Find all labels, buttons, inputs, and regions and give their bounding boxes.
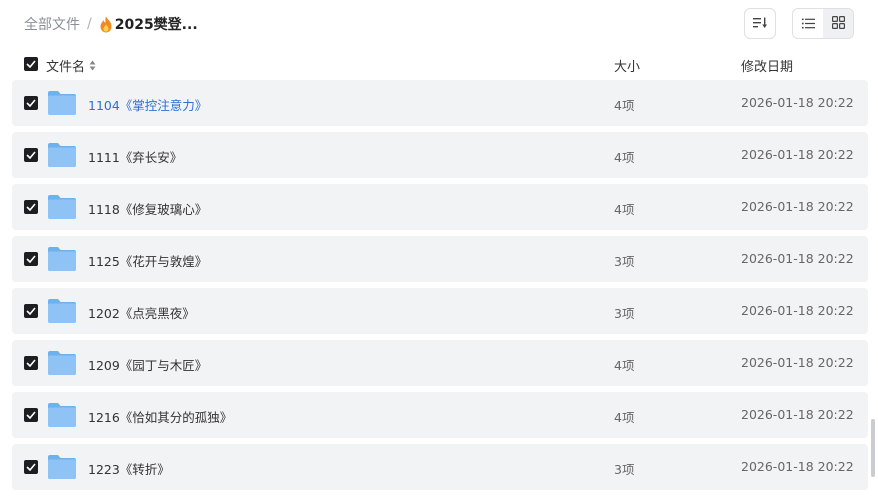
folder-icon <box>47 350 77 376</box>
file-name[interactable]: 1111《弃长安》 <box>88 147 182 166</box>
file-modified-date: 2026-01-18 20:22 <box>741 199 854 214</box>
check-icon <box>26 463 36 471</box>
check-icon <box>26 151 36 159</box>
breadcrumb: 全部文件 / 2025樊登... <box>24 14 198 34</box>
view-mode-toggle <box>792 8 854 39</box>
check-icon <box>26 203 36 211</box>
file-row[interactable]: 1223《转折》 3项 2026-01-18 20:22 <box>12 444 868 490</box>
file-name[interactable]: 1202《点亮黑夜》 <box>88 303 195 322</box>
date-column-header[interactable]: 修改日期 <box>741 56 793 75</box>
fire-icon <box>99 16 113 33</box>
name-column-label: 文件名 <box>46 60 86 75</box>
row-checkbox[interactable] <box>24 304 38 318</box>
folder-icon <box>47 454 77 480</box>
file-row[interactable]: 1111《弃长安》 4项 2026-01-18 20:22 <box>12 132 868 178</box>
file-modified-date: 2026-01-18 20:22 <box>741 407 854 422</box>
file-row[interactable]: 1202《点亮黑夜》 3项 2026-01-18 20:22 <box>12 288 868 334</box>
row-checkbox[interactable] <box>24 408 38 422</box>
file-modified-date: 2026-01-18 20:22 <box>741 251 854 266</box>
sort-arrows-icon <box>89 60 96 71</box>
file-name[interactable]: 1209《园丁与木匠》 <box>88 355 207 374</box>
scrollbar-thumb[interactable] <box>871 419 875 477</box>
file-size: 3项 <box>614 462 635 477</box>
file-list: 1104《掌控注意力》 4项 2026-01-18 20:22 1111《弃长安》 4项… <box>12 80 868 496</box>
file-name[interactable]: 1223《转折》 <box>88 459 170 478</box>
file-size: 4项 <box>614 150 635 165</box>
check-icon <box>26 60 36 68</box>
list-icon <box>801 14 815 33</box>
folder-icon <box>47 246 77 272</box>
folder-icon <box>47 142 77 168</box>
check-icon <box>26 411 36 419</box>
name-column-header[interactable]: 文件名 <box>46 56 96 75</box>
grid-view-button[interactable] <box>823 9 853 38</box>
file-modified-date: 2026-01-18 20:22 <box>741 303 854 318</box>
check-icon <box>26 359 36 367</box>
file-name[interactable]: 1104《掌控注意力》 <box>88 95 207 114</box>
file-list-header: 文件名 大小 修改日期 <box>0 50 878 78</box>
select-all-checkbox[interactable] <box>24 57 38 71</box>
file-modified-date: 2026-01-18 20:22 <box>741 459 854 474</box>
row-checkbox[interactable] <box>24 148 38 162</box>
row-checkbox[interactable] <box>24 252 38 266</box>
file-name[interactable]: 1118《修复玻璃心》 <box>88 199 207 218</box>
size-column-header[interactable]: 大小 <box>614 56 640 75</box>
list-view-button[interactable] <box>793 9 823 38</box>
file-size: 3项 <box>614 306 635 321</box>
file-row[interactable]: 1125《花开与敦煌》 3项 2026-01-18 20:22 <box>12 236 868 282</box>
row-checkbox[interactable] <box>24 200 38 214</box>
row-checkbox[interactable] <box>24 460 38 474</box>
file-size: 4项 <box>614 410 635 425</box>
file-modified-date: 2026-01-18 20:22 <box>741 147 854 162</box>
check-icon <box>26 99 36 107</box>
file-size: 4项 <box>614 358 635 373</box>
file-row[interactable]: 1104《掌控注意力》 4项 2026-01-18 20:22 <box>12 80 868 126</box>
check-icon <box>26 255 36 263</box>
file-size: 4项 <box>614 202 635 217</box>
row-checkbox[interactable] <box>24 96 38 110</box>
row-checkbox[interactable] <box>24 356 38 370</box>
breadcrumb-root-link[interactable]: 全部文件 <box>24 14 80 34</box>
sort-icon <box>753 14 767 33</box>
file-row[interactable]: 1216《恰如其分的孤独》 4项 2026-01-18 20:22 <box>12 392 868 438</box>
file-row[interactable]: 1209《园丁与木匠》 4项 2026-01-18 20:22 <box>12 340 868 386</box>
breadcrumb-current-folder: 2025樊登... <box>114 17 198 33</box>
file-modified-date: 2026-01-18 20:22 <box>741 355 854 370</box>
sort-button[interactable] <box>744 8 776 39</box>
file-size: 4项 <box>614 98 635 113</box>
file-name[interactable]: 1216《恰如其分的孤独》 <box>88 407 232 426</box>
folder-icon <box>47 298 77 324</box>
file-row[interactable]: 1118《修复玻璃心》 4项 2026-01-18 20:22 <box>12 184 868 230</box>
file-name[interactable]: 1125《花开与敦煌》 <box>88 251 207 270</box>
check-icon <box>26 307 36 315</box>
folder-icon <box>47 402 77 428</box>
toolbar: 全部文件 / 2025樊登... <box>0 0 878 46</box>
grid-icon <box>831 14 845 33</box>
breadcrumb-separator: / <box>87 16 92 32</box>
file-size: 3项 <box>614 254 635 269</box>
folder-icon <box>47 194 77 220</box>
folder-icon <box>47 90 77 116</box>
file-modified-date: 2026-01-18 20:22 <box>741 95 854 110</box>
